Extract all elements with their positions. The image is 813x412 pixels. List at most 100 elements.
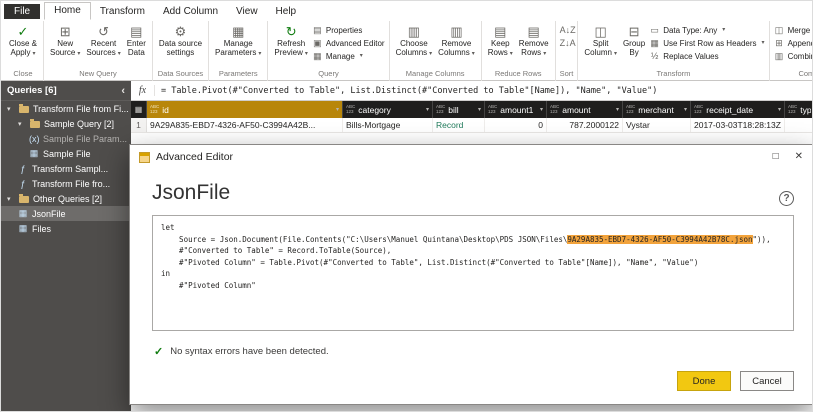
refresh-preview-button[interactable]: ↻ Refresh Preview ▾ xyxy=(272,22,309,61)
column-header-id[interactable]: ABC 123 id ▾ xyxy=(147,101,343,118)
tab-home[interactable]: Home xyxy=(44,2,91,20)
cell-bill-record-link[interactable]: Record xyxy=(433,118,485,132)
tab-help[interactable]: Help xyxy=(267,4,306,20)
manage-icon: ▦ xyxy=(313,51,322,61)
close-apply-button[interactable]: ✓ Close & Apply ▾ xyxy=(7,22,39,61)
sidebar-item-transform-file-function[interactable]: ƒ Transform File fro... xyxy=(1,176,131,191)
keep-rows-button[interactable]: ▤ Keep Rows ▾ xyxy=(486,22,515,61)
help-icon[interactable]: ? xyxy=(779,191,794,206)
no-errors-check-icon: ✓ xyxy=(154,346,164,358)
select-all-corner[interactable]: ▦ xyxy=(131,101,147,118)
cell-id[interactable]: 9A29A835-EBD7-4326-AF50-C3994A42B... xyxy=(147,118,343,132)
manage-parameters-icon: ▦ xyxy=(232,24,245,39)
filter-dropdown-icon[interactable]: ▾ xyxy=(540,106,543,113)
ribbon-group-reduce-rows: ▤ Keep Rows ▾ ▤ Remove Rows ▾ Reduce Rows xyxy=(482,21,556,81)
cell-receipt-date[interactable]: 2017-03-03T18:28:13Z xyxy=(691,118,785,132)
cancel-button[interactable]: Cancel xyxy=(740,371,794,391)
group-label-reduce-rows: Reduce Rows xyxy=(494,69,542,78)
sort-ascending-icon: A↓Z xyxy=(559,25,576,35)
filter-dropdown-icon[interactable]: ▾ xyxy=(684,106,687,113)
sidebar-item-sample-file-parameter[interactable]: (x) Sample File Param... xyxy=(1,131,131,146)
advanced-editor-button[interactable]: ▣ Advanced Editor xyxy=(312,38,384,49)
filter-dropdown-icon[interactable]: ▾ xyxy=(426,106,429,113)
row-number[interactable]: 1 xyxy=(131,118,147,132)
tab-transform[interactable]: Transform xyxy=(91,4,154,20)
column-header-merchant[interactable]: ABC 123 merchant ▾ xyxy=(623,101,691,118)
column-header-receipt-date[interactable]: ABC 123 receipt_date ▾ xyxy=(691,101,785,118)
group-label-transform: Transform xyxy=(656,69,691,78)
split-column-button[interactable]: ◫ Split Column ▾ xyxy=(582,22,619,61)
sidebar-item-files[interactable]: ▦ Files xyxy=(1,221,131,236)
column-header-bill[interactable]: ABC 123 bill ▾ xyxy=(433,101,485,118)
remove-columns-button[interactable]: ▥ Remove Columns ▾ xyxy=(436,22,477,61)
filter-dropdown-icon[interactable]: ▾ xyxy=(616,106,619,113)
folder-icon xyxy=(19,194,29,203)
folder-icon xyxy=(19,104,29,113)
fx-icon[interactable]: fx xyxy=(131,85,155,96)
code-line: let xyxy=(161,223,175,232)
tab-view[interactable]: View xyxy=(227,4,267,20)
cell-merchant[interactable]: Vystar xyxy=(623,118,691,132)
sidebar-item-transform-sample-file[interactable]: ƒ Transform Sampl... xyxy=(1,161,131,176)
filter-dropdown-icon[interactable]: ▾ xyxy=(478,106,481,113)
manage-button[interactable]: ▦ Manage ▾ xyxy=(312,51,385,62)
m-code-editor[interactable]: let Source = Json.Document(File.Contents… xyxy=(152,215,794,331)
new-source-button[interactable]: ⊞ New Source ▾ xyxy=(48,22,82,61)
filter-dropdown-icon[interactable]: ▾ xyxy=(778,106,781,113)
properties-button[interactable]: ▤ Properties xyxy=(312,25,385,36)
merge-queries-icon: ◫ xyxy=(774,25,784,35)
code-line: #"Converted to Table" = Record.ToTable(S… xyxy=(161,246,392,255)
code-line: #"Pivoted Column" xyxy=(161,280,256,290)
choose-columns-icon: ▥ xyxy=(407,24,421,39)
recent-sources-button[interactable]: ↺ Recent Sources ▾ xyxy=(84,22,122,61)
group-by-button[interactable]: ⊟ Group By xyxy=(621,22,647,59)
done-button[interactable]: Done xyxy=(677,371,731,391)
use-first-row-as-headers-button[interactable]: ▦ Use First Row as Headers ▾ xyxy=(649,38,764,49)
dropdown-caret-icon: ▾ xyxy=(304,51,308,57)
sidebar-item-other-queries-group[interactable]: ▾ Other Queries [2] xyxy=(1,191,131,206)
combine-files-button[interactable]: ▥ Combine Files xyxy=(774,51,812,62)
append-queries-button[interactable]: ⊞ Append Queries ▾ xyxy=(774,38,812,49)
column-header-amount[interactable]: ABC 123 amount ▾ xyxy=(547,101,623,118)
cell-amount[interactable]: 787.2000122 xyxy=(547,118,623,132)
column-header-type[interactable]: ABC123 type xyxy=(785,101,812,118)
dialog-titlebar[interactable]: Advanced Editor □ ✕ xyxy=(130,145,812,169)
data-source-settings-button[interactable]: ⚙ Data source settings xyxy=(157,22,204,59)
merge-queries-button[interactable]: ◫ Merge Queries ▾ xyxy=(774,25,812,36)
data-type-button[interactable]: ▭ Data Type: Any ▾ xyxy=(649,25,764,36)
column-header-category[interactable]: ABC 123 category ▾ xyxy=(343,101,433,118)
cell-type[interactable] xyxy=(785,118,812,132)
power-query-editor-window: File Home Transform Add Column View Help… xyxy=(0,0,813,412)
query-icon: ▦ xyxy=(18,208,28,218)
data-source-settings-icon: ⚙ xyxy=(174,24,187,39)
enter-data-button[interactable]: ▤ Enter Data xyxy=(125,22,148,59)
filter-dropdown-icon[interactable]: ▾ xyxy=(336,106,339,113)
column-header-amount1[interactable]: ABC 123 amount1 ▾ xyxy=(485,101,547,118)
formula-input[interactable]: = Table.Pivot(#"Converted to Table", Lis… xyxy=(155,86,657,96)
sort-descending-button[interactable]: Z↓A xyxy=(560,38,576,49)
advanced-editor-window-icon xyxy=(139,151,150,163)
close-dialog-button[interactable]: ✕ xyxy=(795,152,803,162)
ribbon-group-transform: ◫ Split Column ▾ ⊟ Group By ▭ Data Type: … xyxy=(578,21,770,81)
maximize-button[interactable]: □ xyxy=(773,152,779,162)
dialog-title: Advanced Editor xyxy=(156,151,234,163)
sidebar-item-jsonfile[interactable]: ▦ JsonFile xyxy=(1,206,131,221)
cell-amount1[interactable]: 0 xyxy=(485,118,547,132)
expand-arrow-icon: ▾ xyxy=(7,195,11,203)
sidebar-item-sample-query-group[interactable]: ▾ Sample Query [2] xyxy=(1,116,131,131)
cell-category[interactable]: Bills-Mortgage xyxy=(343,118,433,132)
tab-add-column[interactable]: Add Column xyxy=(154,4,227,20)
remove-rows-button[interactable]: ▤ Remove Rows ▾ xyxy=(517,22,551,61)
manage-parameters-button[interactable]: ▦ Manage Parameters ▾ xyxy=(213,22,263,61)
replace-values-button[interactable]: ½ Replace Values xyxy=(649,51,764,62)
column-type-icon: ABC 123 xyxy=(788,104,798,114)
new-source-icon: ⊞ xyxy=(59,24,71,39)
sidebar-item-sample-file[interactable]: ▦ Sample File xyxy=(1,146,131,161)
choose-columns-button[interactable]: ▥ Choose Columns ▾ xyxy=(394,22,435,61)
collapse-pane-icon[interactable]: ‹ xyxy=(121,85,125,97)
file-menu-button[interactable]: File xyxy=(4,4,41,19)
close-apply-icon: ✓ xyxy=(17,24,29,39)
sort-ascending-button[interactable]: A↓Z xyxy=(559,25,576,36)
sidebar-item-transform-file-group[interactable]: ▾ Transform File from Fi... xyxy=(1,101,131,116)
dropdown-caret-icon: ▾ xyxy=(761,40,765,46)
